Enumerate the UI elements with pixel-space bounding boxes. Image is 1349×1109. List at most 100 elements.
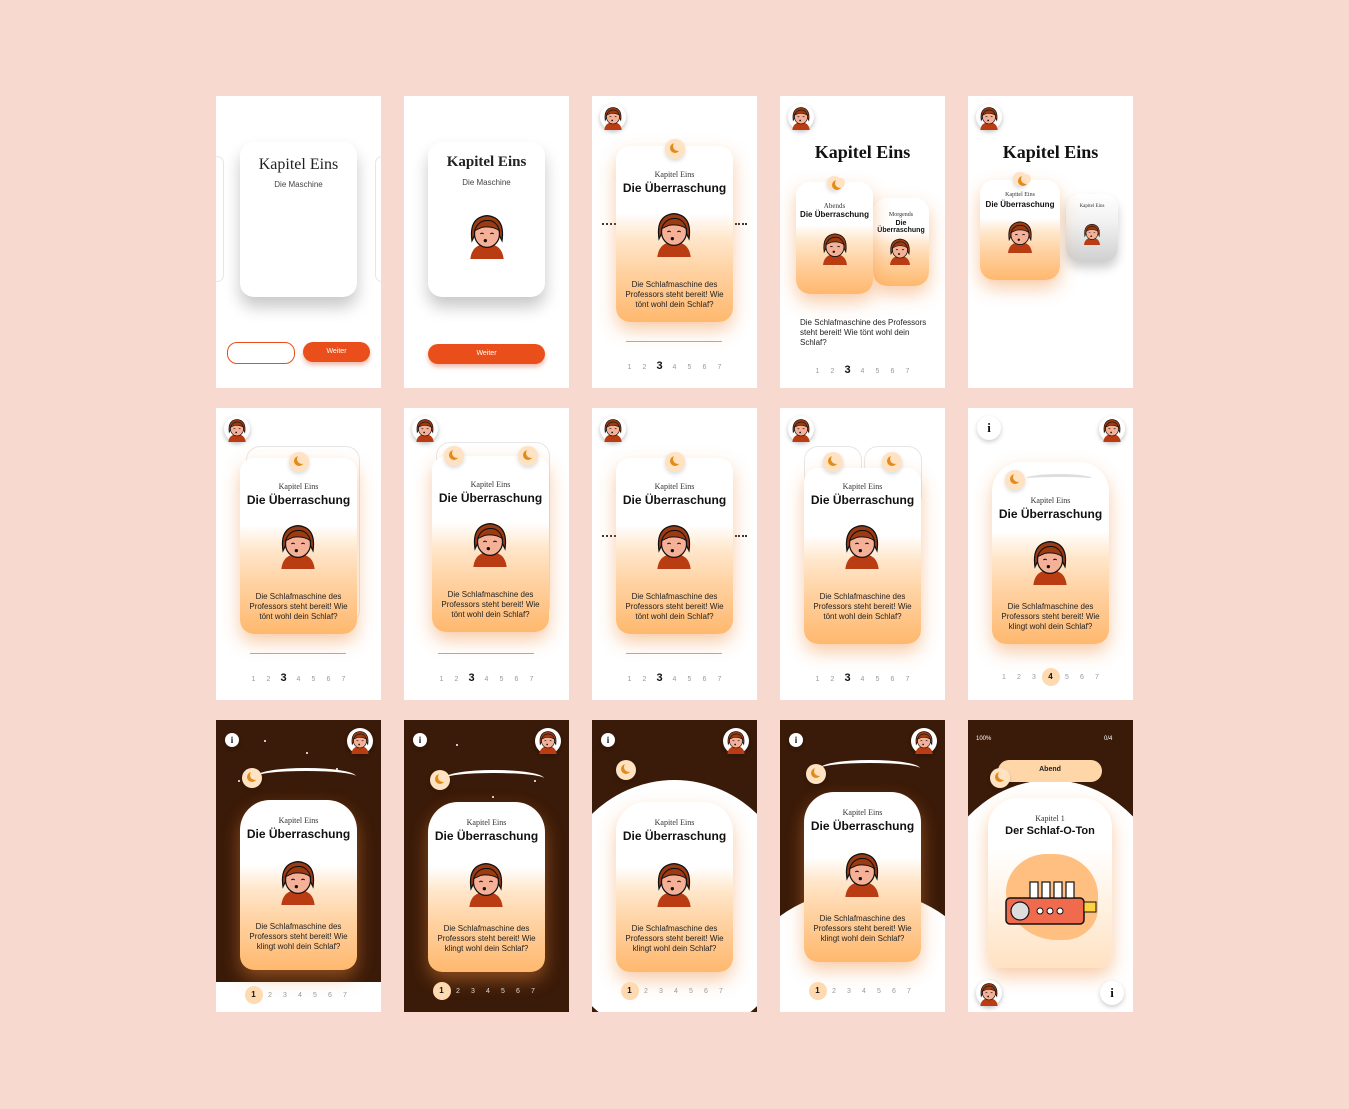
card-kicker: Kapitel Eins <box>842 808 883 817</box>
morning-card[interactable]: Morgends Die Überraschung <box>873 198 929 286</box>
screen-card-5: Kapitel Eins Kapitel Eins Kapitel Eins D… <box>968 96 1133 388</box>
card-description: Die Schlafmaschine des Professors steht … <box>625 924 724 953</box>
avatar-icon <box>649 854 699 910</box>
screen-card-9: Kapitel Eins Die Überraschung Die Schlaf… <box>780 408 945 700</box>
profile-button[interactable] <box>412 416 438 442</box>
avatar-icon <box>273 852 323 908</box>
profile-button[interactable] <box>600 416 626 442</box>
avatar-icon <box>788 416 814 442</box>
card-kicker: Kapitel 1 <box>1035 814 1065 823</box>
info-button[interactable]: i <box>225 733 239 747</box>
slider-label: Abend <box>1039 766 1061 773</box>
story-card[interactable]: Kapitel Eins Die Überraschung Die Schlaf… <box>240 800 357 970</box>
moon-icon <box>1013 172 1031 186</box>
info-button[interactable]: i <box>977 416 1001 440</box>
profile-button[interactable] <box>911 728 937 754</box>
card-kicker: Kapitel Eins <box>470 480 511 489</box>
chapter-card[interactable]: Kapitel Eins Die Maschine <box>428 142 545 297</box>
chapter-card[interactable]: Kapitel Eins Die Maschine <box>240 142 357 297</box>
info-button[interactable]: i <box>789 733 803 747</box>
next-indicator <box>735 535 747 539</box>
story-card[interactable]: Kapitel Eins Die Überraschung Die Schlaf… <box>992 462 1109 644</box>
moon-icon <box>518 446 538 466</box>
profile-button[interactable] <box>976 980 1002 1006</box>
pager[interactable]: 1234567 <box>592 360 757 372</box>
pager[interactable]: 1234567 <box>404 982 569 1000</box>
story-card[interactable]: Kapitel Eins Die Überraschung Die Schlaf… <box>616 802 733 972</box>
avatar-icon <box>600 104 626 130</box>
card-title: Der Schlaf-O-Ton <box>1005 825 1095 837</box>
avatar-icon <box>885 234 915 266</box>
moon-icon <box>1005 470 1025 490</box>
pager[interactable]: 1234567 <box>968 668 1133 686</box>
next-button[interactable]: Weiter <box>428 344 545 364</box>
profile-button[interactable] <box>224 416 250 442</box>
profile-button[interactable] <box>976 104 1002 130</box>
story-card[interactable]: Kapitel 1 Der Schlaf-O-Ton <box>988 798 1112 968</box>
avatar-icon <box>224 416 250 442</box>
chapter-title: Kapitel Eins <box>258 156 339 173</box>
pager[interactable]: 1234567 <box>780 672 945 684</box>
pager[interactable]: 1234567 <box>780 364 945 376</box>
pager[interactable]: 1234567 <box>780 982 945 1000</box>
info-button[interactable]: i <box>1100 981 1124 1005</box>
evening-card[interactable]: Kapitel Eins Die Überraschung <box>980 180 1060 280</box>
card-kicker: Kapitel Eins <box>278 482 319 491</box>
card-description: Die Schlafmaschine des Professors steht … <box>813 914 912 943</box>
side-card-left <box>216 156 224 282</box>
pager[interactable]: 1234567 <box>216 986 381 1004</box>
card-description: Die Schlafmaschine des Professors steht … <box>813 592 912 621</box>
profile-button[interactable] <box>723 728 749 754</box>
pager[interactable]: 1234567 <box>216 672 381 684</box>
pager[interactable]: 1234567 <box>404 672 569 684</box>
moon-icon <box>990 768 1010 788</box>
profile-button[interactable] <box>1099 416 1125 442</box>
card-kicker: Abends <box>823 202 846 210</box>
timeline <box>250 653 346 654</box>
story-card[interactable]: Kapitel Eins Die Überraschung Die Schlaf… <box>428 802 545 972</box>
next-button[interactable]: Weiter <box>303 342 370 362</box>
evening-card[interactable]: Abends Die Überraschung <box>796 182 873 294</box>
card-kicker: Kapitel Eins <box>1030 496 1071 505</box>
info-button[interactable]: i <box>413 733 427 747</box>
pager[interactable]: 1234567 <box>592 672 757 684</box>
star <box>492 796 494 798</box>
card-title: Die Überraschung <box>246 827 351 841</box>
card-title: Die Überraschung <box>622 493 727 507</box>
back-button[interactable] <box>227 342 295 364</box>
info-button[interactable]: i <box>601 733 615 747</box>
card-kicker: Kapitel Eins <box>1079 204 1105 209</box>
card-title: Die Überraschung <box>877 220 925 234</box>
profile-button[interactable] <box>600 104 626 130</box>
screen-card-3: Kapitel Eins Die Überraschung Die Schlaf… <box>592 96 757 388</box>
story-card[interactable]: Kapitel Eins Die Überraschung Die Schlaf… <box>804 468 921 644</box>
story-card[interactable]: Kapitel Eins Die Überraschung Die Schlaf… <box>240 458 357 634</box>
card-kicker: Kapitel Eins <box>466 818 507 827</box>
time-arc <box>1026 474 1092 483</box>
profile-button[interactable] <box>788 104 814 130</box>
profile-button[interactable] <box>347 728 373 754</box>
story-card[interactable]: Kapitel Eins Die Überraschung Die Schlaf… <box>804 792 921 962</box>
timeline <box>626 341 722 342</box>
story-card[interactable]: Kapitel Eins Die Überraschung Die Schlaf… <box>616 458 733 634</box>
profile-button[interactable] <box>535 728 561 754</box>
moon-icon <box>827 176 845 190</box>
avatar-icon <box>1025 532 1075 588</box>
card-title: Die Überraschung <box>985 200 1055 209</box>
story-card[interactable]: Kapitel Eins Die Überraschung Die Schlaf… <box>432 456 549 632</box>
story-card[interactable]: Kapitel Eins Die Überraschung Die Schlaf… <box>616 146 733 322</box>
profile-button[interactable] <box>788 416 814 442</box>
screen-card-4: Kapitel Eins Morgends Die Überraschung A… <box>780 96 945 388</box>
side-card-right <box>375 156 381 282</box>
pager[interactable]: 1234567 <box>592 982 757 1000</box>
avatar-icon <box>911 728 937 754</box>
card-title: Die Überraschung <box>438 491 543 505</box>
avatar-icon <box>1002 214 1038 256</box>
morning-card[interactable]: Kapitel Eins <box>1066 194 1118 262</box>
avatar-icon <box>817 226 853 268</box>
evening-slider[interactable]: Abend <box>998 760 1102 782</box>
avatar-icon <box>788 104 814 130</box>
screen-night-14: i Kapitel Eins Die Überraschung Die Schl… <box>780 720 945 1012</box>
card-description: Die Schlafmaschine des Professors steht … <box>625 280 724 309</box>
card-title: Die Überraschung <box>810 493 915 507</box>
